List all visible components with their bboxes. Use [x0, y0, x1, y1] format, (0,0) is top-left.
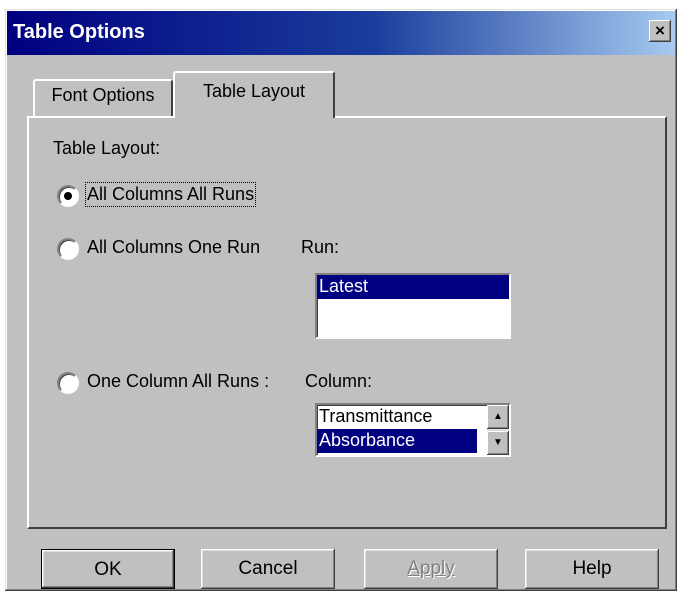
tab-font-options-label: Font Options: [51, 85, 155, 105]
cancel-button-label: Cancel: [238, 558, 298, 579]
run-label: Run:: [301, 237, 340, 257]
list-item-label: Absorbance: [319, 430, 416, 450]
radio-all-columns-one-run-label[interactable]: All Columns One Run: [87, 237, 260, 258]
column-label: Column:: [305, 371, 373, 391]
scroll-up-button[interactable]: ▲: [487, 405, 509, 429]
radio-all-columns-all-runs-label[interactable]: All Columns All Runs: [84, 182, 257, 207]
ok-button-label: OK: [94, 559, 122, 580]
window-title: Table Options: [13, 21, 145, 43]
help-button[interactable]: Help: [525, 549, 659, 589]
tab-table-layout-label: Table Layout: [202, 81, 306, 101]
close-button[interactable]: ×: [649, 20, 671, 42]
list-item-label: Transmittance: [319, 406, 433, 426]
arrow-up-icon: ▲: [493, 411, 503, 422]
column-scrollbar[interactable]: ▲ ▼: [487, 405, 509, 455]
list-item[interactable]: Absorbance: [317, 429, 477, 453]
tab-table-layout[interactable]: Table Layout: [173, 71, 335, 122]
radio-selected-dot: [64, 192, 72, 200]
radio-one-column-all-runs-label[interactable]: One Column All Runs :: [87, 371, 269, 392]
radio-all-columns-all-runs[interactable]: [57, 185, 79, 207]
apply-button-label: Apply: [407, 558, 455, 579]
help-button-label: Help: [572, 558, 612, 579]
cancel-button[interactable]: Cancel: [201, 549, 335, 589]
close-icon: ×: [655, 21, 665, 40]
scroll-down-button[interactable]: ▼: [487, 431, 509, 455]
run-listbox[interactable]: Latest: [315, 273, 511, 339]
ok-button[interactable]: OK: [41, 549, 175, 589]
list-item[interactable]: Latest: [317, 275, 509, 299]
radio-one-column-all-runs[interactable]: [57, 372, 79, 394]
tab-font-options[interactable]: Font Options: [33, 79, 173, 117]
title-bar[interactable]: Table Options ×: [7, 11, 675, 55]
list-item-label: Latest: [319, 276, 369, 296]
table-layout-panel: Table Layout: All Columns All Runs All C…: [27, 116, 667, 529]
radio-all-columns-one-run[interactable]: [57, 238, 79, 260]
apply-button[interactable]: Apply: [364, 549, 498, 589]
list-item[interactable]: Transmittance: [317, 405, 489, 429]
table-options-dialog: Table Options × Font Options Table Layou…: [5, 9, 677, 591]
column-listbox[interactable]: Transmittance Absorbance ▲ ▼: [315, 403, 511, 457]
table-layout-heading: Table Layout:: [53, 138, 161, 158]
arrow-down-icon: ▼: [493, 437, 503, 448]
